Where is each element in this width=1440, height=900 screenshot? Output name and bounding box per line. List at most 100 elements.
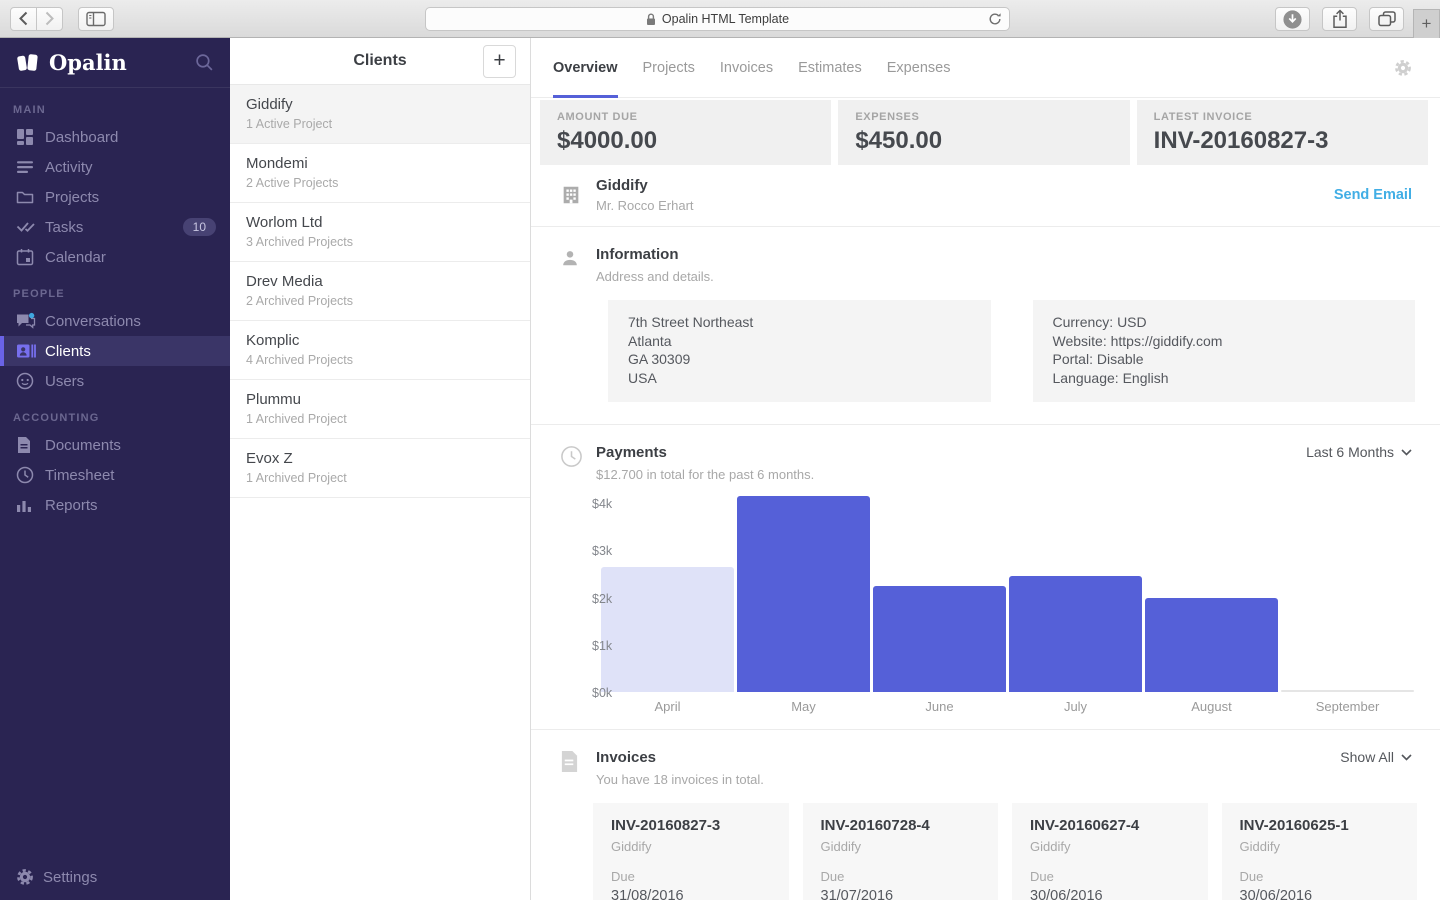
sidebar-item-label: Timesheet bbox=[45, 467, 114, 484]
information-section: Information Address and details. 7th Str… bbox=[531, 227, 1440, 425]
invoice-card[interactable]: INV-20160625-1 Giddify Due 30/06/2016 Am… bbox=[1222, 803, 1418, 900]
client-list-item[interactable]: Evox Z 1 Archived Project bbox=[230, 439, 530, 498]
clients-panel-title: Clients bbox=[353, 52, 406, 70]
bar-august[interactable] bbox=[1145, 598, 1278, 692]
stat-value: INV-20160827-3 bbox=[1154, 127, 1428, 155]
reload-icon[interactable] bbox=[988, 12, 1002, 26]
sidebar-item-clients[interactable]: Clients bbox=[0, 336, 230, 366]
information-subtitle: Address and details. bbox=[596, 269, 714, 284]
sidebar-item-label: Documents bbox=[45, 437, 121, 454]
sidebar-item-label: Users bbox=[45, 373, 84, 390]
invoice-card[interactable]: INV-20160827-3 Giddify Due 31/08/2016 Am… bbox=[593, 803, 789, 900]
address-box: 7th Street NortheastAtlantaGA 30309USA bbox=[608, 300, 991, 402]
tab-bar: Overview Projects Invoices Estimates Exp… bbox=[553, 38, 975, 98]
sidebar-list-main: Dashboard Activity Projects bbox=[0, 122, 230, 272]
clock-icon bbox=[560, 445, 584, 468]
bar-september[interactable] bbox=[1281, 690, 1414, 692]
sidebar-item-conversations[interactable]: Conversations bbox=[0, 306, 230, 336]
invoice-number: INV-20160627-4 bbox=[1030, 817, 1190, 834]
sidebar-item-settings[interactable]: Settings bbox=[0, 854, 230, 900]
invoices-filter-dropdown[interactable]: Show All bbox=[1340, 749, 1412, 765]
tab-invoices[interactable]: Invoices bbox=[720, 38, 773, 98]
client-list-item[interactable]: Komplic 4 Archived Projects bbox=[230, 321, 530, 380]
payments-range-dropdown[interactable]: Last 6 Months bbox=[1306, 444, 1412, 460]
y-axis-tick: $0k bbox=[592, 686, 612, 700]
browser-toolbar: Opalin HTML Template + bbox=[0, 0, 1440, 38]
sidebar-item-timesheet[interactable]: Timesheet bbox=[0, 460, 230, 490]
tab-estimates[interactable]: Estimates bbox=[798, 38, 862, 98]
sidebar-item-label: Clients bbox=[45, 343, 91, 360]
browser-sidebar-toggle-button[interactable] bbox=[78, 7, 114, 31]
client-header: Giddify Mr. Rocco Erhart Send Email bbox=[531, 165, 1440, 227]
invoice-due-label: Due bbox=[1240, 869, 1400, 884]
calendar-icon bbox=[16, 248, 36, 266]
client-settings-gear-icon[interactable] bbox=[1394, 59, 1412, 77]
new-tab-button[interactable]: + bbox=[1413, 9, 1440, 38]
client-meta: 1 Archived Project bbox=[246, 412, 514, 426]
tab-expenses[interactable]: Expenses bbox=[887, 38, 951, 98]
bar-april[interactable] bbox=[601, 567, 734, 692]
sidebar-section-label: PEOPLE bbox=[0, 272, 230, 306]
tabs-overview-button[interactable] bbox=[1369, 7, 1404, 31]
sidebar-item-label: Calendar bbox=[45, 249, 106, 266]
browser-back-button[interactable] bbox=[10, 7, 37, 31]
sidebar-list-accounting: Documents Timesheet Reports bbox=[0, 430, 230, 520]
browser-forward-button[interactable] bbox=[36, 7, 63, 31]
conversations-icon bbox=[16, 312, 36, 330]
clients-panel: Clients + Giddify 1 Active Project Monde… bbox=[230, 38, 531, 900]
stat-box: EXPENSES $450.00 bbox=[838, 100, 1129, 165]
sidebar-item-users[interactable]: Users bbox=[0, 366, 230, 396]
sidebar-item-tasks[interactable]: Tasks 10 bbox=[0, 212, 230, 242]
sidebar-item-dashboard[interactable]: Dashboard bbox=[0, 122, 230, 152]
client-list-item[interactable]: Giddify 1 Active Project bbox=[230, 85, 530, 144]
sidebar-item-reports[interactable]: Reports bbox=[0, 490, 230, 520]
sidebar-item-documents[interactable]: Documents bbox=[0, 430, 230, 460]
stat-box: LATEST INVOICE INV-20160827-3 bbox=[1137, 100, 1428, 165]
bar-june[interactable] bbox=[873, 586, 1006, 692]
sidebar-item-calendar[interactable]: Calendar bbox=[0, 242, 230, 272]
client-list-item[interactable]: Mondemi 2 Active Projects bbox=[230, 144, 530, 203]
payments-chart-bars bbox=[601, 494, 1414, 692]
tasks-icon bbox=[16, 218, 36, 236]
invoice-card[interactable]: INV-20160627-4 Giddify Due 30/06/2016 Am… bbox=[1012, 803, 1208, 900]
tab-overview[interactable]: Overview bbox=[553, 38, 618, 98]
address-bar[interactable]: Opalin HTML Template bbox=[425, 7, 1010, 31]
chevron-right-icon bbox=[44, 11, 55, 26]
stat-value: $450.00 bbox=[855, 127, 1129, 155]
sidebar-item-projects[interactable]: Projects bbox=[0, 182, 230, 212]
downloads-button[interactable] bbox=[1275, 7, 1310, 31]
share-button[interactable] bbox=[1322, 7, 1357, 31]
sidebar-item-activity[interactable]: Activity bbox=[0, 152, 230, 182]
detail-line: Portal: Disable bbox=[1053, 350, 1396, 369]
details-box: Currency: USDWebsite: https://giddify.co… bbox=[1033, 300, 1416, 402]
stat-label: LATEST INVOICE bbox=[1154, 111, 1428, 123]
tab-projects[interactable]: Projects bbox=[643, 38, 695, 98]
search-icon[interactable] bbox=[195, 53, 214, 72]
app-logo: Opalin bbox=[49, 50, 127, 75]
sidebar-toggle-icon bbox=[86, 11, 106, 27]
documents-icon bbox=[16, 436, 36, 454]
address-line: 7th Street Northeast bbox=[628, 313, 971, 332]
invoice-client: Giddify bbox=[1240, 839, 1400, 854]
stat-label: AMOUNT DUE bbox=[557, 111, 831, 123]
client-list-item[interactable]: Worlom Ltd 3 Archived Projects bbox=[230, 203, 530, 262]
month-label: June bbox=[873, 699, 1006, 714]
invoice-due-date: 30/06/2016 bbox=[1030, 888, 1190, 900]
send-email-link[interactable]: Send Email bbox=[1334, 187, 1412, 203]
client-name: Worlom Ltd bbox=[246, 214, 514, 231]
add-client-button[interactable]: + bbox=[483, 45, 516, 78]
sidebar-item-label: Dashboard bbox=[45, 129, 118, 146]
client-list: Giddify 1 Active Project Mondemi 2 Activ… bbox=[230, 85, 530, 498]
bar-may[interactable] bbox=[737, 496, 870, 692]
client-list-item[interactable]: Drev Media 2 Archived Projects bbox=[230, 262, 530, 321]
invoice-number: INV-20160728-4 bbox=[821, 817, 981, 834]
invoice-card[interactable]: INV-20160728-4 Giddify Due 31/07/2016 Am… bbox=[803, 803, 999, 900]
bar-july[interactable] bbox=[1009, 576, 1142, 692]
stat-box: AMOUNT DUE $4000.00 bbox=[540, 100, 831, 165]
download-icon bbox=[1282, 9, 1303, 30]
payments-title: Payments bbox=[596, 444, 814, 461]
invoice-card-list: INV-20160827-3 Giddify Due 31/08/2016 Am… bbox=[593, 803, 1417, 900]
client-list-item[interactable]: Plummu 1 Archived Project bbox=[230, 380, 530, 439]
clients-icon bbox=[16, 342, 36, 360]
invoice-due-label: Due bbox=[611, 869, 771, 884]
